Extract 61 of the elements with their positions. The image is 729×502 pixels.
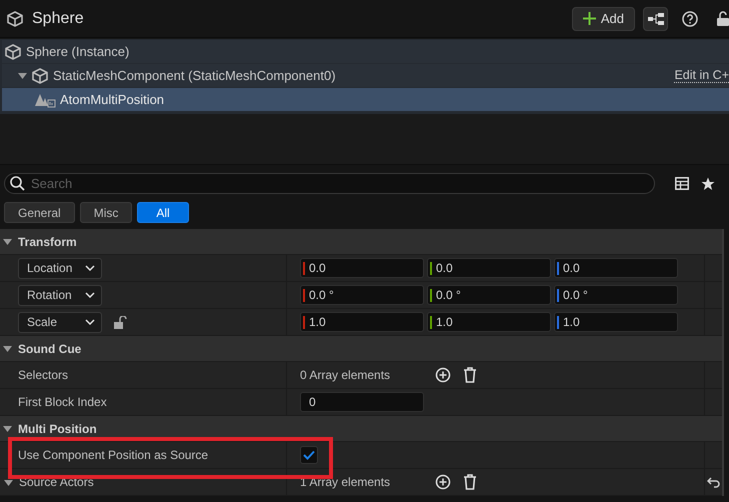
tree-item[interactable]: StaticMeshComponent (StaticMeshComponent0) Edit in C+: [2, 64, 729, 87]
number-field[interactable]: 1.0: [554, 312, 678, 332]
property-label: First Block Index: [18, 395, 107, 409]
plus-icon: [582, 12, 596, 25]
section-header[interactable]: Sound Cue: [18, 342, 82, 356]
star-icon[interactable]: [701, 176, 715, 190]
table-icon[interactable]: [675, 177, 689, 190]
padlock-icon[interactable]: [717, 11, 729, 26]
number-field[interactable]: 0: [300, 392, 424, 412]
add-button[interactable]: Add: [572, 6, 635, 30]
trash-icon[interactable]: [463, 367, 477, 383]
reset-arrow-icon[interactable]: [707, 476, 720, 488]
array-count: 0 Array elements: [300, 368, 392, 382]
number-field[interactable]: 0.0: [554, 258, 678, 278]
collapse-arrow-icon[interactable]: [18, 71, 27, 80]
hierarchy-button[interactable]: [643, 6, 668, 30]
cube-icon: [4, 44, 22, 60]
property-label: Source Actors: [19, 475, 94, 489]
collapse-arrow-icon[interactable]: [3, 237, 12, 246]
property-label: Use Component Position as Source: [18, 448, 208, 462]
section-header[interactable]: Transform: [18, 234, 77, 248]
cube-icon: [31, 68, 49, 84]
tree-item-label: AtomMultiPosition: [60, 92, 166, 107]
chevron-down-icon: [85, 265, 95, 271]
open-padlock-icon[interactable]: [114, 316, 127, 328]
number-field[interactable]: 0.0 °: [554, 285, 678, 305]
checkmark-icon: [303, 450, 315, 460]
tree-item[interactable]: Sphere (Instance): [2, 40, 729, 63]
add-circle-icon[interactable]: [435, 474, 451, 490]
filter-tab[interactable]: Misc: [80, 202, 132, 223]
help-icon[interactable]: [682, 10, 698, 26]
window-title: Sphere: [32, 10, 85, 28]
collapse-arrow-icon[interactable]: [4, 478, 13, 486]
number-field[interactable]: 0.0: [300, 258, 424, 278]
chevron-down-icon: [85, 292, 95, 298]
tree-item-label: Sphere (Instance): [26, 44, 130, 59]
section-header[interactable]: Multi Position: [18, 422, 97, 436]
transform-dropdown[interactable]: Scale: [18, 312, 102, 332]
search-field[interactable]: Search: [4, 173, 655, 194]
number-field[interactable]: 0.0 °: [300, 285, 424, 305]
add-circle-icon[interactable]: [435, 367, 451, 383]
transform-dropdown[interactable]: Rotation: [18, 284, 102, 306]
number-field[interactable]: 1.0: [427, 312, 551, 332]
property-label: Selectors: [18, 368, 68, 382]
collapse-arrow-icon[interactable]: [3, 424, 12, 433]
hierarchy-icon: [648, 12, 664, 24]
tree-item-label: StaticMeshComponent (StaticMeshComponent0): [53, 68, 337, 83]
transform-dropdown[interactable]: Location: [18, 258, 102, 278]
cube-icon: [6, 10, 24, 26]
filter-tab[interactable]: General: [4, 202, 75, 223]
checkbox[interactable]: [300, 446, 318, 464]
number-field[interactable]: 0.0 °: [427, 285, 551, 305]
trash-icon[interactable]: [463, 474, 477, 490]
filter-tab[interactable]: All: [137, 202, 189, 223]
collapse-arrow-icon[interactable]: [3, 344, 12, 353]
number-field[interactable]: 0.0: [427, 258, 551, 278]
tree-item[interactable]: AtomMultiPosition: [2, 88, 729, 111]
number-field[interactable]: 1.0: [300, 312, 424, 332]
search-icon: [10, 176, 25, 191]
chevron-down-icon: [85, 319, 95, 325]
edit-source-link[interactable]: Edit in C+: [674, 68, 729, 82]
